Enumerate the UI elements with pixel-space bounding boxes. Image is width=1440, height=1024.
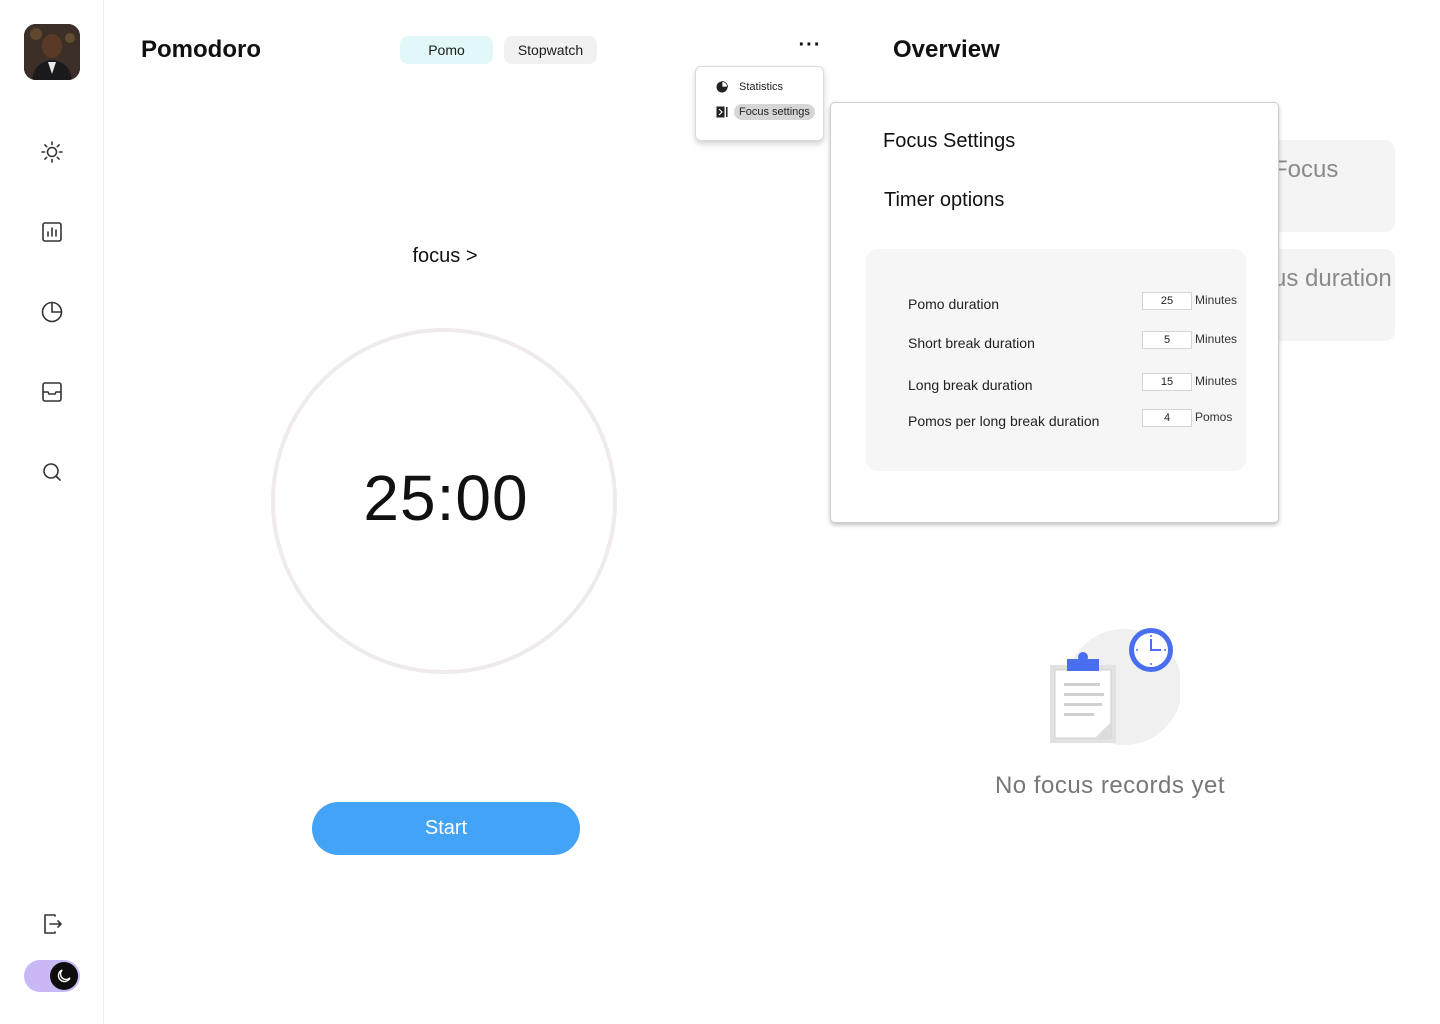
pomos-per-long-break-unit: Pomos [1195, 410, 1233, 424]
menu-item-label: Focus settings [734, 104, 815, 120]
user-avatar[interactable] [24, 24, 80, 80]
tab-stopwatch[interactable]: Stopwatch [504, 36, 597, 64]
focus-settings-panel: Focus Settings Timer options Pomo durati… [830, 102, 1279, 523]
pomo-duration-label: Pomo duration [908, 296, 1000, 312]
inbox-icon[interactable] [40, 380, 64, 404]
long-break-unit: Minutes [1195, 374, 1238, 388]
short-break-input[interactable]: 5 [1142, 331, 1192, 349]
mode-selector[interactable]: focus > [390, 242, 500, 270]
pomos-per-long-break-input[interactable]: 4 [1142, 409, 1192, 427]
overview-card-text: us duration [1273, 265, 1392, 292]
theme-toggle[interactable] [24, 960, 80, 992]
pomo-duration-unit: Minutes [1195, 293, 1238, 307]
settings-subtitle: Timer options [884, 189, 1005, 211]
empty-state-text: No focus records yet [994, 772, 1226, 799]
menu-item-focus-settings[interactable]: Focus settings [716, 102, 815, 122]
settings-title: Focus Settings [883, 130, 1016, 152]
logout-icon[interactable] [40, 912, 64, 936]
pomos-per-long-break-label: Pomos per long break duration [908, 413, 1100, 429]
pie-chart-icon[interactable] [40, 300, 64, 324]
tab-pomo[interactable]: Pomo [400, 36, 493, 64]
options-menu: Statistics Focus settings [695, 66, 824, 141]
menu-item-statistics[interactable]: Statistics [716, 77, 788, 97]
more-options-button[interactable]: ··· [798, 35, 822, 58]
long-break-label: Long break duration [908, 377, 1033, 393]
timer-options: Pomo duration 25 Minutes Short break dur… [866, 249, 1246, 471]
clipboard-clock-icon [1040, 625, 1182, 750]
moon-icon [50, 962, 78, 990]
focus-icon [716, 106, 728, 118]
short-break-label: Short break duration [908, 335, 1035, 351]
timer-display: 25:00 [363, 462, 529, 534]
app-title: Pomodoro [141, 36, 261, 63]
bar-chart-icon[interactable] [40, 220, 64, 244]
short-break-unit: Minutes [1195, 332, 1238, 346]
pomo-duration-input[interactable]: 25 [1142, 292, 1192, 310]
sidebar [0, 0, 104, 1024]
overview-card-text: Focus [1273, 156, 1339, 183]
long-break-input[interactable]: 15 [1142, 373, 1192, 391]
sun-icon[interactable] [40, 140, 64, 164]
menu-item-label: Statistics [739, 81, 784, 93]
start-button[interactable]: Start [312, 802, 580, 855]
pie-icon [716, 81, 728, 93]
search-icon[interactable] [40, 460, 64, 484]
overview-title: Overview [893, 36, 1000, 63]
